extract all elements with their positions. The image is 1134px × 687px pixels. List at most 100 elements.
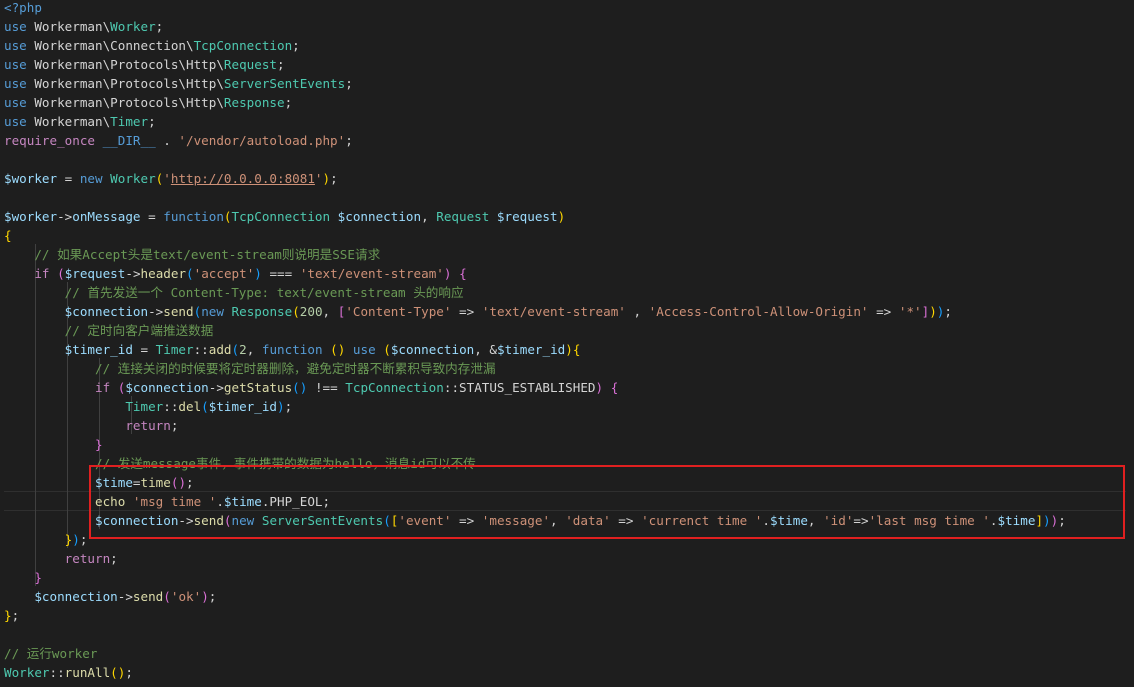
code-token: send [132, 589, 164, 604]
code-token: '*' [898, 304, 922, 319]
code-token: 'ok' [170, 589, 202, 604]
code-token: return [125, 418, 171, 433]
code-line: use Workerman\Worker; [4, 17, 163, 36]
code-token: use [4, 95, 35, 110]
code-token: 'Access-Control-Allow-Origin' [648, 304, 869, 319]
code-token: TcpConnection [193, 38, 293, 53]
code-line: $worker = new Worker('http://0.0.0.0:808… [4, 169, 338, 188]
code-token: -> [117, 589, 133, 604]
code-token: // 运行worker [4, 646, 98, 661]
code-token: -> [148, 304, 164, 319]
code-token: :: [193, 342, 209, 357]
code-token: $worker [4, 209, 58, 224]
code-token: ; [284, 95, 293, 110]
code-token: onMessage [72, 209, 141, 224]
code-token: <?php [4, 0, 42, 15]
code-token: !== [307, 380, 346, 395]
code-line: use Workerman\Timer; [4, 112, 156, 131]
code-token: => [868, 304, 899, 319]
code-line: }); [4, 530, 88, 549]
code-token: // 连接关闭的时候要将定时器删除，避免定时器不断累积导致内存泄漏 [95, 361, 496, 376]
code-token: function [163, 209, 224, 224]
code-line: { [4, 226, 12, 245]
code-token: Request [223, 57, 277, 72]
code-token: $timer_id [497, 342, 566, 357]
code-line: $worker->onMessage = function(TcpConnect… [4, 207, 565, 226]
code-token: 2 [239, 342, 247, 357]
code-token: ; [345, 76, 353, 91]
code-token: Response [231, 304, 293, 319]
code-token: $request [496, 209, 558, 224]
code-token: = [132, 342, 156, 357]
code-token: { [572, 342, 581, 357]
code-token: = [140, 209, 164, 224]
code-token: use [352, 342, 384, 357]
code-token: ) [565, 342, 573, 357]
code-token: Worker [110, 171, 156, 186]
code-token: if [34, 266, 58, 281]
code-token: use [4, 76, 35, 91]
code-token: Timer [110, 114, 149, 129]
code-token: } [34, 570, 42, 585]
code-token: ( [57, 266, 65, 281]
code-token: :: [49, 665, 65, 680]
code-token: 'accept' [193, 266, 255, 281]
code-token: $worker [4, 171, 58, 186]
code-token: $connection [125, 380, 209, 395]
code-token: :: [163, 399, 179, 414]
code-token: } [95, 437, 103, 452]
code-token: ) [201, 589, 209, 604]
code-token: ; [345, 133, 353, 148]
code-token: Workerman\Protocols\Http\ [34, 95, 224, 110]
code-token: -> [125, 266, 141, 281]
code-line: return; [4, 416, 178, 435]
code-token: Workerman\ [34, 114, 111, 129]
code-token: ' [314, 171, 323, 186]
code-token: , [246, 342, 262, 357]
code-line: Timer::del($timer_id); [4, 397, 292, 416]
code-token: TcpConnection [345, 380, 444, 395]
code-token: ; [944, 304, 952, 319]
code-line: $timer_id = Timer::add(2, function () us… [4, 340, 581, 359]
code-token: ; [110, 551, 118, 566]
code-token: . [155, 133, 179, 148]
code-token: $connection [337, 209, 422, 224]
code-line: } [4, 568, 42, 587]
code-token: use [4, 38, 35, 53]
code-token: // 首先发送一个 Content-Type: text/event-strea… [64, 285, 464, 300]
code-token: require_once [4, 133, 103, 148]
code-token: ( [163, 589, 171, 604]
code-line: // 运行worker [4, 644, 97, 663]
code-token: ; [79, 532, 88, 547]
code-token: ' [163, 171, 171, 186]
code-token: runAll [64, 665, 111, 680]
code-token: Request [436, 209, 497, 224]
code-token: 'text/event-stream' [481, 304, 626, 319]
code-token: send [163, 304, 194, 319]
code-token: new [201, 304, 232, 319]
code-token: // 定时向客户端推送数据 [64, 323, 214, 338]
code-token: ; [125, 665, 133, 680]
code-token: ( [110, 665, 118, 680]
code-token: '/vendor/autoload.php' [178, 133, 346, 148]
code-line: if ($request->header('accept') === 'text… [4, 264, 466, 283]
code-token: del [178, 399, 202, 414]
code-token: 200 [299, 304, 323, 319]
code-token: , & [474, 342, 497, 357]
code-token: Workerman\Protocols\Http\ [34, 76, 224, 91]
code-token: http://0.0.0.0:8081 [170, 171, 315, 186]
code-token: = [57, 171, 80, 186]
code-token: // 如果Accept头是text/event-stream则说明是SSE请求 [34, 247, 381, 262]
code-line: }; [4, 606, 19, 625]
code-token: ( [201, 399, 209, 414]
code-editor[interactable]: <?php use Workerman\Worker; use Workerman\… [0, 0, 1134, 687]
